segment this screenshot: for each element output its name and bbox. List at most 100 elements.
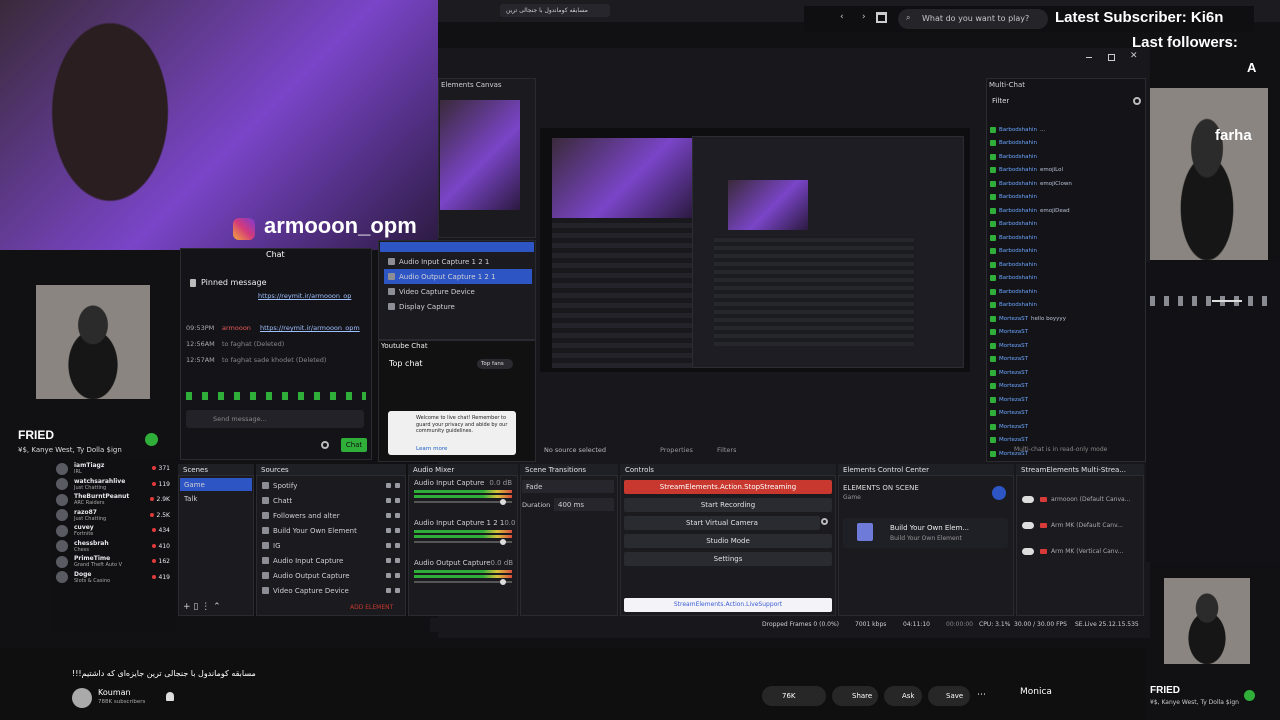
- forward-icon[interactable]: ›: [862, 12, 866, 22]
- followed-channel[interactable]: razo87 Just Chatting 2.5K: [52, 508, 176, 524]
- source-item[interactable]: Audio Output Capture: [258, 568, 404, 583]
- source-item[interactable]: Video Capture Device: [258, 583, 404, 598]
- youtube-badge[interactable]: Top fans: [477, 359, 513, 369]
- lock-icon[interactable]: [395, 528, 400, 533]
- toggle-icon[interactable]: [1022, 547, 1034, 555]
- followed-channel[interactable]: Doge Slots & Casino 419: [52, 570, 176, 586]
- youtube-top-chat[interactable]: Top chat: [389, 359, 423, 368]
- followed-channel[interactable]: TheBurntPeanut ARC Raiders 2.9K: [52, 492, 176, 508]
- visibility-icon[interactable]: [386, 588, 391, 593]
- followed-channel[interactable]: watchsarahlive Just Chatting 119: [52, 477, 176, 493]
- home-icon[interactable]: [876, 12, 887, 23]
- right-progress-bar[interactable]: [1212, 300, 1242, 302]
- live-dot-icon: [151, 543, 156, 548]
- stop-streaming-button[interactable]: StreamElements.Action.StopStreaming: [624, 480, 832, 494]
- source-item[interactable]: Audio Input Capture: [258, 553, 404, 568]
- lock-icon[interactable]: [395, 573, 400, 578]
- multichat-gear-icon[interactable]: [1133, 97, 1141, 105]
- followed-channel[interactable]: PrimeTime Grand Theft Auto V 162: [52, 554, 176, 570]
- source-label: Build Your Own Element: [273, 526, 357, 535]
- slider-knob[interactable]: [500, 539, 507, 545]
- volume-slider[interactable]: [414, 539, 512, 545]
- source-item[interactable]: Chatt: [258, 493, 404, 508]
- viewer-count: 162: [151, 558, 170, 565]
- visibility-icon[interactable]: [386, 528, 391, 533]
- virtual-camera-button[interactable]: Start Virtual Camera: [624, 516, 820, 530]
- studio-mode-button[interactable]: Studio Mode: [624, 534, 832, 548]
- volume-slider[interactable]: [414, 499, 512, 505]
- scene-game[interactable]: Game: [180, 478, 252, 491]
- live-support-button[interactable]: StreamElements.Action.LiveSupport: [624, 598, 832, 612]
- multichat-user: MortezaST: [999, 396, 1029, 403]
- channel-info: cuvey Fortnite: [74, 524, 94, 537]
- source-item[interactable]: Build Your Own Element: [258, 523, 404, 538]
- start-recording-button[interactable]: Start Recording: [624, 498, 832, 512]
- scene-talk[interactable]: Talk: [180, 492, 252, 505]
- kick-msg-3-text: to faghat sade khodet (Deleted): [222, 356, 327, 364]
- kick-chat-button[interactable]: Chat: [341, 438, 367, 452]
- settings-icon[interactable]: [321, 441, 329, 449]
- add-element-circle-icon[interactable]: [992, 486, 1006, 500]
- lock-icon[interactable]: [395, 588, 400, 593]
- lock-icon[interactable]: [395, 558, 400, 563]
- visibility-icon[interactable]: [386, 543, 391, 548]
- channel-name[interactable]: Kouman: [98, 688, 131, 697]
- visibility-icon[interactable]: [386, 513, 391, 518]
- properties-button[interactable]: Properties: [660, 446, 693, 454]
- visibility-icon[interactable]: [386, 558, 391, 563]
- followed-channel[interactable]: chessbrah Chess 410: [52, 539, 176, 555]
- multichat-filter[interactable]: Filter: [992, 97, 1009, 105]
- pinned-link[interactable]: https://reymit.ir/armooon_op: [258, 292, 368, 300]
- multistream-row[interactable]: Arm MK (Vertical Canv...: [1018, 538, 1142, 564]
- live-dot-icon: [151, 574, 156, 579]
- lock-icon[interactable]: [395, 498, 400, 503]
- slider-knob[interactable]: [500, 499, 507, 505]
- add-element-button[interactable]: ADD ELEMENT: [350, 604, 393, 611]
- browser-tab[interactable]: مسابقه کوماندول با جنجالی ترین: [500, 4, 610, 17]
- source-mini-item-1[interactable]: Audio Input Capture 1 2 1: [384, 254, 532, 269]
- minimize-icon[interactable]: [1086, 57, 1092, 58]
- close-icon[interactable]: ✕: [1130, 51, 1138, 61]
- slider-knob[interactable]: [500, 579, 507, 585]
- transition-select[interactable]: Fade: [522, 480, 614, 493]
- multichat-line: Barbodshahin: [990, 245, 1140, 259]
- channel-avatar[interactable]: [72, 688, 92, 708]
- visibility-icon[interactable]: [386, 483, 391, 488]
- source-mini-item-2[interactable]: Audio Output Capture 1 2 1: [384, 269, 532, 284]
- maximize-icon[interactable]: [1108, 54, 1115, 61]
- multistream-row[interactable]: Arm MK (Default Canv...: [1018, 512, 1142, 538]
- lock-icon[interactable]: [395, 543, 400, 548]
- channel-game: Fortnite: [74, 531, 94, 538]
- visibility-icon[interactable]: [386, 498, 391, 503]
- toggle-icon[interactable]: [1022, 521, 1034, 529]
- multichat-line: Barbodshahin: [990, 258, 1140, 272]
- filters-button[interactable]: Filters: [717, 446, 736, 454]
- badge-icon: [990, 288, 996, 295]
- followed-channel[interactable]: cuvey Fortnite 434: [52, 523, 176, 539]
- elements-scene-name: Game: [843, 494, 861, 501]
- source-mini-item-3[interactable]: Video Capture Device: [384, 284, 532, 299]
- more-icon[interactable]: ⋯: [977, 690, 986, 700]
- source-item[interactable]: IG: [258, 538, 404, 553]
- scene-add-icon[interactable]: + ▯ ⋮ ⌃: [183, 602, 221, 612]
- lock-icon[interactable]: [395, 483, 400, 488]
- virtual-camera-gear-icon[interactable]: [821, 518, 828, 525]
- lock-icon[interactable]: [395, 513, 400, 518]
- followed-channel[interactable]: iamTiagz IRL 371: [52, 461, 176, 477]
- multistream-row[interactable]: armooon (Default Canva...: [1018, 486, 1142, 512]
- kick-msg-1-text[interactable]: https://reymit.ir/armooon_opm: [260, 324, 370, 332]
- source-item[interactable]: Followers and alter: [258, 508, 404, 523]
- youtube-learn-more[interactable]: Learn more: [416, 446, 447, 452]
- monica-label[interactable]: Monica: [1020, 687, 1052, 697]
- volume-slider[interactable]: [414, 579, 512, 585]
- bell-icon[interactable]: [166, 692, 174, 701]
- multichat-line: Barbodshahin: [990, 231, 1140, 245]
- visibility-icon[interactable]: [386, 573, 391, 578]
- back-icon[interactable]: ‹: [840, 12, 844, 22]
- source-mini-item-4[interactable]: Display Capture: [384, 299, 532, 314]
- toggle-icon[interactable]: [1022, 495, 1034, 503]
- duration-input[interactable]: 400 ms: [554, 498, 614, 511]
- multichat-user: Barbodshahin: [999, 261, 1037, 268]
- settings-button[interactable]: Settings: [624, 552, 832, 566]
- source-item[interactable]: Spotify: [258, 478, 404, 493]
